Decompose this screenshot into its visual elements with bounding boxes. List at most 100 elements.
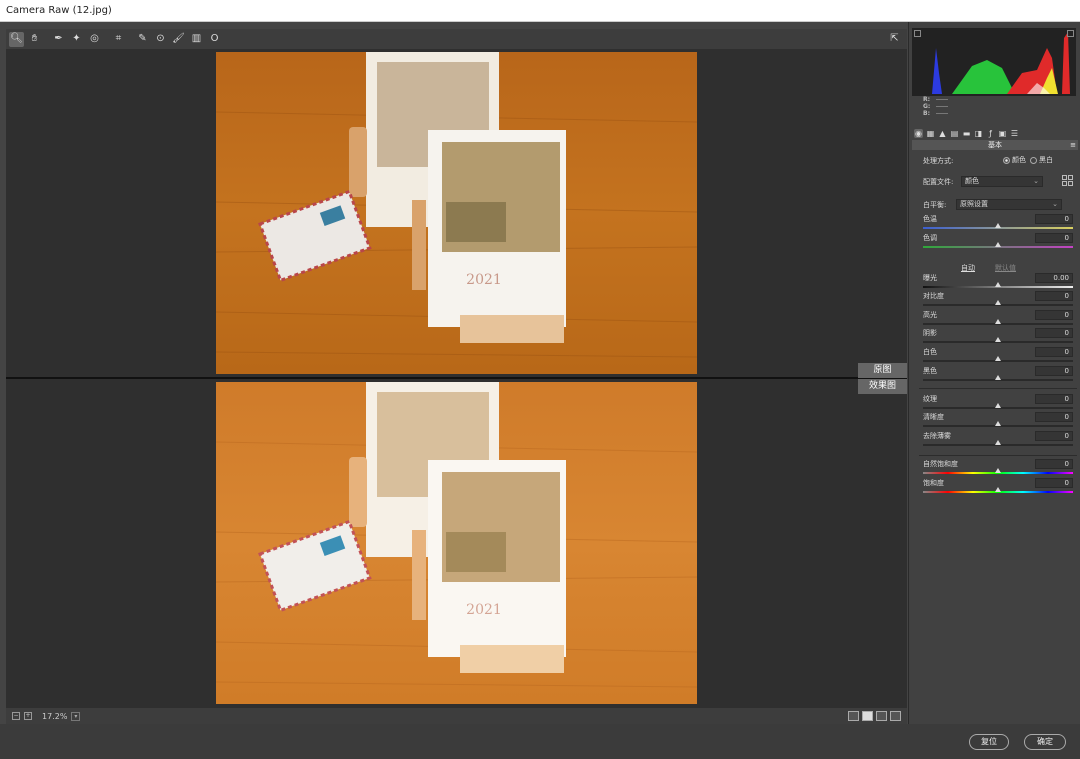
tab-effects-icon[interactable]: ƒ	[986, 129, 995, 138]
fullscreen-toggle-icon[interactable]: ⇱	[887, 31, 902, 46]
texture-thumb[interactable]	[995, 403, 1001, 408]
treatment-color-radio[interactable]: 颜色	[1003, 155, 1026, 165]
window-title: Camera Raw (12.jpg)	[0, 0, 1080, 22]
copy-settings-button[interactable]	[890, 711, 901, 721]
graduated-filter-tool-icon[interactable]: ▥	[189, 32, 204, 47]
radio-off-icon	[1030, 156, 1037, 164]
white-balance-select[interactable]: 原照设置 ⌄	[956, 199, 1062, 210]
profile-browser-icon[interactable]	[1062, 175, 1073, 186]
zoom-tool-icon[interactable]: 🔍︎	[9, 31, 24, 47]
view-mode-split-button[interactable]	[862, 711, 873, 721]
whites-slider[interactable]: 白色 0	[923, 347, 1073, 366]
temp-slider[interactable]: 色温 0	[923, 214, 1073, 233]
red-eye-tool-icon[interactable]: ⊙	[153, 32, 168, 47]
treatment-bw-radio[interactable]: 黑白	[1030, 155, 1053, 165]
shadows-value-field[interactable]: 0	[1035, 328, 1073, 338]
hand-tool-icon[interactable]: ✋︎	[27, 32, 42, 47]
highlight-clipping-toggle[interactable]	[1067, 30, 1074, 37]
tab-basic-icon[interactable]: ◉	[914, 129, 923, 138]
g-label: G:	[923, 103, 931, 110]
radial-filter-tool-icon[interactable]: O	[207, 32, 222, 47]
adjustment-brush-tool-icon[interactable]: 🖌︎	[171, 32, 186, 47]
vibrance-label: 自然饱和度	[923, 460, 958, 468]
clarity-value-field[interactable]: 0	[1035, 412, 1073, 422]
section-menu-icon[interactable]: ≡	[1070, 140, 1076, 150]
after-photo-graphic: 2021	[216, 382, 697, 704]
preview-canvas[interactable]: 2021 2021 原图 效果图	[6, 49, 907, 708]
chevron-down-icon: ⌄	[1052, 200, 1058, 208]
blacks-value-field[interactable]: 0	[1035, 366, 1073, 376]
tab-detail-icon[interactable]: ▲	[938, 129, 947, 138]
treatment-row: 处理方式: 颜色 黑白	[923, 154, 1073, 168]
temp-value-field[interactable]: 0	[1035, 214, 1073, 224]
vibrance-value-field[interactable]: 0	[1035, 459, 1073, 469]
vibrance-thumb[interactable]	[995, 468, 1001, 473]
color-sampler-tool-icon[interactable]: ✦	[69, 32, 84, 47]
whites-thumb[interactable]	[995, 356, 1001, 361]
auto-defaults-row: 自动 默认值	[923, 263, 1073, 273]
contrast-slider[interactable]: 对比度 0	[923, 291, 1073, 310]
saturation-slider[interactable]: 饱和度 0	[923, 478, 1073, 497]
target-adjustment-tool-icon[interactable]: ◎	[87, 32, 102, 47]
highlights-value-field[interactable]: 0	[1035, 310, 1073, 320]
texture-value-field[interactable]: 0	[1035, 394, 1073, 404]
vibrance-slider[interactable]: 自然饱和度 0	[923, 459, 1073, 478]
white-balance-tool-icon[interactable]: ✒	[51, 32, 66, 47]
exposure-value-field[interactable]: 0.00	[1035, 273, 1073, 283]
tint-thumb[interactable]	[995, 242, 1001, 247]
crop-tool-icon[interactable]: ⌗	[111, 32, 126, 47]
histogram	[912, 28, 1076, 96]
tab-split-toning-icon[interactable]: ▬	[962, 129, 971, 138]
status-bar: − + 17.2% ▾	[6, 708, 907, 724]
saturation-value-field[interactable]: 0	[1035, 478, 1073, 488]
white-balance-label: 白平衡:	[923, 201, 947, 209]
view-mode-single-button[interactable]	[848, 711, 859, 721]
dehaze-value-field[interactable]: 0	[1035, 431, 1073, 441]
reset-button[interactable]: 复位	[969, 734, 1009, 750]
shadows-thumb[interactable]	[995, 337, 1001, 342]
blacks-thumb[interactable]	[995, 375, 1001, 380]
contrast-label: 对比度	[923, 292, 944, 300]
clarity-thumb[interactable]	[995, 421, 1001, 426]
shadows-slider[interactable]: 阴影 0	[923, 328, 1073, 347]
contrast-thumb[interactable]	[995, 300, 1001, 305]
white-balance-row: 白平衡: 原照设置 ⌄	[923, 198, 1073, 212]
profile-select[interactable]: 颜色 ⌄	[961, 176, 1043, 187]
zoom-dropdown[interactable]: ▾	[71, 711, 81, 721]
treatment-label: 处理方式:	[923, 157, 954, 165]
tab-presets-icon[interactable]: ☰	[1010, 129, 1019, 138]
tint-slider[interactable]: 色调 0	[923, 233, 1073, 252]
highlights-slider[interactable]: 高光 0	[923, 310, 1073, 329]
spot-removal-tool-icon[interactable]: ✎	[135, 32, 150, 47]
zoom-in-button[interactable]: +	[24, 712, 32, 720]
zoom-out-button[interactable]: −	[12, 712, 20, 720]
blacks-slider[interactable]: 黑色 0	[923, 366, 1073, 385]
shadow-clipping-toggle[interactable]	[914, 30, 921, 37]
auto-link[interactable]: 自动	[961, 263, 975, 273]
temp-thumb[interactable]	[995, 223, 1001, 228]
clarity-slider[interactable]: 清晰度 0	[923, 412, 1073, 431]
shadows-label: 阴影	[923, 329, 937, 337]
highlights-thumb[interactable]	[995, 319, 1001, 324]
saturation-thumb[interactable]	[995, 487, 1001, 492]
exposure-slider[interactable]: 曝光 0.00	[923, 273, 1073, 292]
dialog-footer: 复位 确定	[0, 724, 1080, 759]
tab-hsl-icon[interactable]: ▤	[950, 129, 959, 138]
tint-label: 色调	[923, 234, 937, 242]
dehaze-slider[interactable]: 去除薄雾 0	[923, 431, 1073, 450]
swap-before-after-button[interactable]	[876, 711, 887, 721]
tab-tone-curve-icon[interactable]: ▦	[926, 129, 935, 138]
tint-value-field[interactable]: 0	[1035, 233, 1073, 243]
exposure-thumb[interactable]	[995, 282, 1001, 287]
tab-calibration-icon[interactable]: ▣	[998, 129, 1007, 138]
whites-label: 白色	[923, 348, 937, 356]
contrast-value-field[interactable]: 0	[1035, 291, 1073, 301]
whites-value-field[interactable]: 0	[1035, 347, 1073, 357]
rgb-readout: R: G: B:	[923, 96, 963, 117]
texture-slider[interactable]: 纹理 0	[923, 394, 1073, 413]
radio-on-icon	[1003, 156, 1010, 164]
defaults-link[interactable]: 默认值	[995, 263, 1016, 273]
ok-button[interactable]: 确定	[1024, 734, 1066, 750]
tab-lens-icon[interactable]: ◨	[974, 129, 983, 138]
dehaze-thumb[interactable]	[995, 440, 1001, 445]
